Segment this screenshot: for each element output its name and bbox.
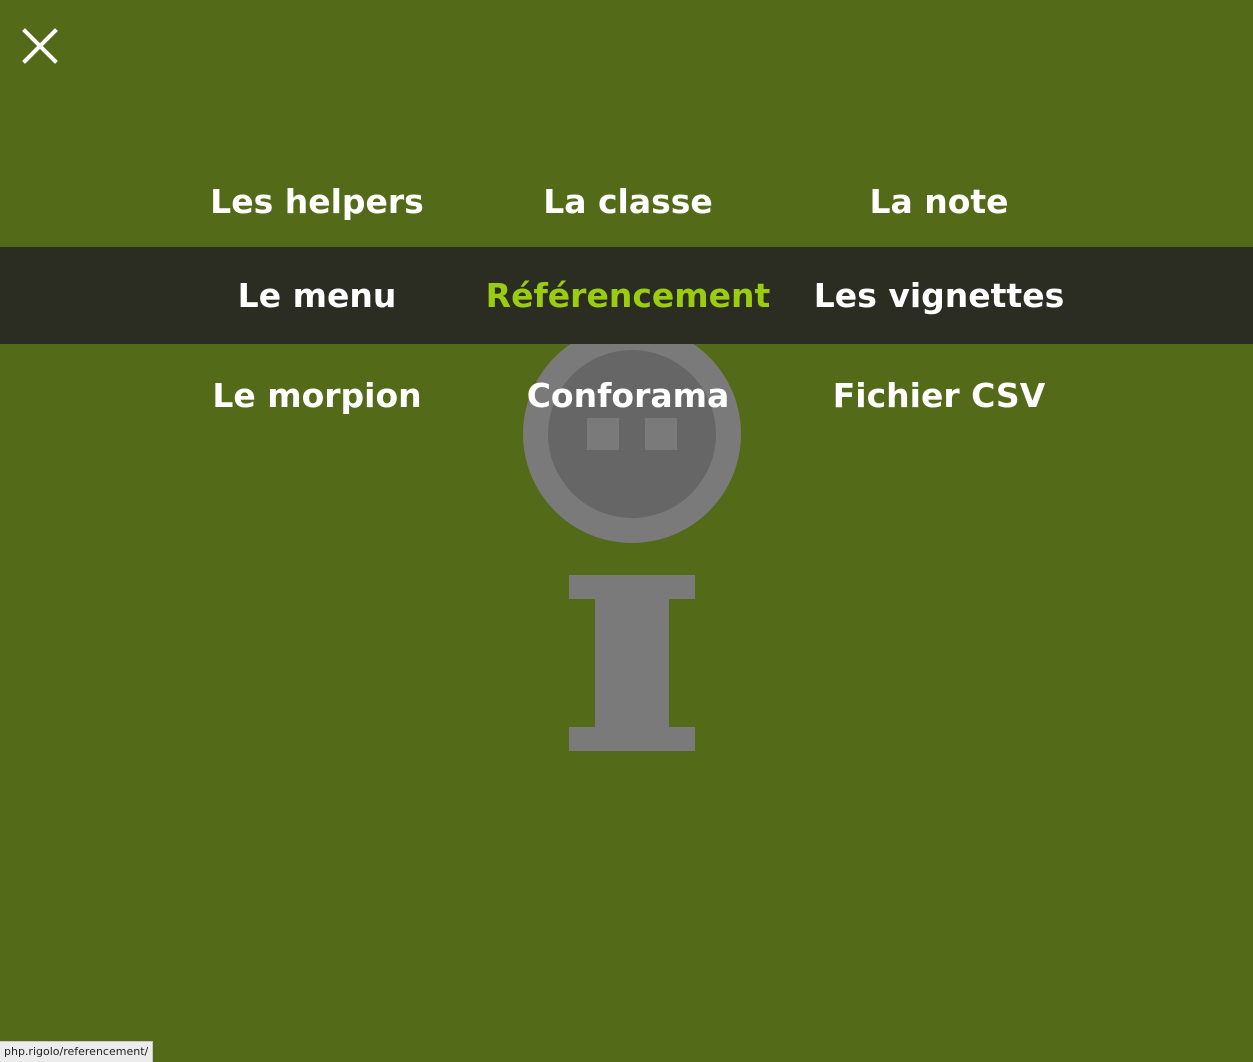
menu-item-le-menu[interactable]: Le menu xyxy=(162,247,472,344)
menu-item-les-helpers[interactable]: Les helpers xyxy=(162,153,472,250)
menu-item-le-morpion[interactable]: Le morpion xyxy=(162,347,472,444)
menu-item-la-note[interactable]: La note xyxy=(784,153,1094,250)
menu-item-fichier-csv[interactable]: Fichier CSV xyxy=(784,347,1094,444)
menu-item-les-vignettes[interactable]: Les vignettes xyxy=(784,247,1094,344)
menu-row-3: Le morpion Conforama Fichier CSV xyxy=(0,347,1253,444)
menu-row-1: Les helpers La classe La note xyxy=(0,153,1253,250)
menu-item-conforama[interactable]: Conforama xyxy=(472,347,784,444)
close-x-icon xyxy=(22,28,58,64)
close-menu-button[interactable] xyxy=(18,24,62,68)
menu-row-2-highlighted: Le menu Référencement Les vignettes xyxy=(0,247,1253,344)
menu-item-referencement-active[interactable]: Référencement xyxy=(472,247,784,344)
menu-item-la-classe[interactable]: La classe xyxy=(472,153,784,250)
status-bar-url: php.rigolo/referencement/ xyxy=(0,1041,154,1062)
